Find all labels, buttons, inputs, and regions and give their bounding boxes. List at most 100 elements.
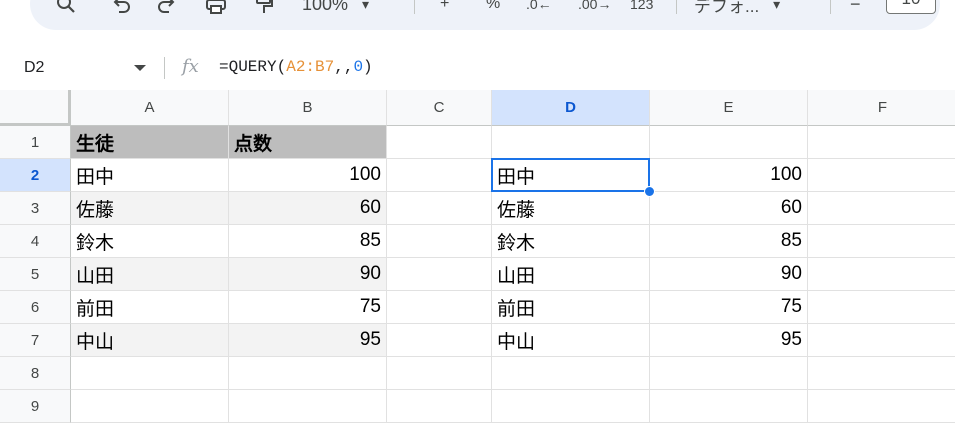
cell-a5[interactable]: 山田 xyxy=(71,258,229,291)
zoom-select[interactable]: 100% ▾ xyxy=(302,0,369,16)
row-header-2[interactable]: 2 xyxy=(0,159,71,192)
cell-a8[interactable] xyxy=(71,357,229,390)
undo-icon[interactable] xyxy=(110,0,132,16)
cell-a6[interactable]: 前田 xyxy=(71,291,229,324)
toolbar-divider xyxy=(676,0,677,14)
cell-f1[interactable] xyxy=(808,126,955,159)
cell-b5[interactable]: 90 xyxy=(229,258,387,291)
cell-c8[interactable] xyxy=(387,357,492,390)
search-icon[interactable] xyxy=(55,0,77,16)
row-header-9[interactable]: 9 xyxy=(0,390,71,423)
cell-d4[interactable]: 鈴木 xyxy=(492,225,650,258)
cell-c9[interactable] xyxy=(387,390,492,423)
select-all-corner[interactable] xyxy=(0,90,71,126)
cell-d3[interactable]: 佐藤 xyxy=(492,192,650,225)
cell-c6[interactable] xyxy=(387,291,492,324)
zoom-value: 100% xyxy=(302,0,349,14)
row-header-4[interactable]: 4 xyxy=(0,225,71,258)
font-size-input[interactable]: 10 xyxy=(886,0,936,14)
cell-c3[interactable] xyxy=(387,192,492,225)
cell-b2[interactable]: 100 xyxy=(229,159,387,192)
cell-b1[interactable]: 点数 xyxy=(229,126,387,159)
more-formats-button[interactable]: 123 xyxy=(630,0,653,16)
cell-e6[interactable]: 75 xyxy=(650,291,808,324)
toolbar-divider xyxy=(414,0,415,14)
cell-b7[interactable]: 95 xyxy=(229,324,387,357)
cell-f4[interactable] xyxy=(808,225,955,258)
cell-e2[interactable]: 100 xyxy=(650,159,808,192)
cell-a4[interactable]: 鈴木 xyxy=(71,225,229,258)
row-header-8[interactable]: 8 xyxy=(0,357,71,390)
name-box-value: D2 xyxy=(24,59,45,76)
cell-f3[interactable] xyxy=(808,192,955,225)
cell-f2[interactable] xyxy=(808,159,955,192)
column-header-f[interactable]: F xyxy=(808,90,955,126)
formula-mid: ,, xyxy=(334,58,354,76)
fill-handle[interactable] xyxy=(644,186,655,197)
cell-e9[interactable] xyxy=(650,390,808,423)
column-header-a[interactable]: A xyxy=(71,90,229,126)
row-header-5[interactable]: 5 xyxy=(0,258,71,291)
cell-d7[interactable]: 中山 xyxy=(492,324,650,357)
cell-e4[interactable]: 85 xyxy=(650,225,808,258)
cell-d9[interactable] xyxy=(492,390,650,423)
font-name: デフォ... xyxy=(694,0,760,16)
row-header-7[interactable]: 7 xyxy=(0,324,71,357)
formula-bar-divider xyxy=(164,57,165,79)
cell-f9[interactable] xyxy=(808,390,955,423)
cell-b3[interactable]: 60 xyxy=(229,192,387,225)
cell-e3[interactable]: 60 xyxy=(650,192,808,225)
percent-format-button[interactable]: % xyxy=(486,0,500,16)
column-header-d[interactable]: D xyxy=(492,90,650,126)
cell-c7[interactable] xyxy=(387,324,492,357)
name-box[interactable]: D2 xyxy=(0,50,160,86)
cell-c1[interactable] xyxy=(387,126,492,159)
cell-a3[interactable]: 佐藤 xyxy=(71,192,229,225)
row-header-3[interactable]: 3 xyxy=(0,192,71,225)
cell-a1[interactable]: 生徒 xyxy=(71,126,229,159)
decrease-decimal-button[interactable]: .0← xyxy=(526,0,552,16)
cell-b6[interactable]: 75 xyxy=(229,291,387,324)
cell-e7[interactable]: 95 xyxy=(650,324,808,357)
column-header-c[interactable]: C xyxy=(387,90,492,126)
cell-d8[interactable] xyxy=(492,357,650,390)
currency-format-button[interactable]: + xyxy=(440,0,449,16)
formula-suffix: ) xyxy=(363,58,373,76)
formula-number: 0 xyxy=(353,58,364,76)
cell-f6[interactable] xyxy=(808,291,955,324)
cell-b9[interactable] xyxy=(229,390,387,423)
cell-e5[interactable]: 90 xyxy=(650,258,808,291)
font-select[interactable]: デフォ... ▾ xyxy=(694,0,780,16)
cell-d2[interactable]: 田中 xyxy=(492,159,650,192)
cell-a7[interactable]: 中山 xyxy=(71,324,229,357)
row-header-6[interactable]: 6 xyxy=(0,291,71,324)
increase-decimal-button[interactable]: .00→ xyxy=(578,0,611,16)
chevron-down-icon[interactable] xyxy=(134,65,146,71)
cell-f7[interactable] xyxy=(808,324,955,357)
paint-format-icon[interactable] xyxy=(254,0,274,16)
cell-d6[interactable]: 前田 xyxy=(492,291,650,324)
cell-d5[interactable]: 山田 xyxy=(492,258,650,291)
font-size-decrease-button[interactable]: − xyxy=(850,0,861,16)
cell-c2[interactable] xyxy=(387,159,492,192)
cell-e1[interactable] xyxy=(650,126,808,159)
fx-icon: fx xyxy=(182,56,199,77)
cell-b4[interactable]: 85 xyxy=(229,225,387,258)
formula-bar: D2 fx =QUERY(A2:B7,,0) xyxy=(0,50,955,86)
formula-prefix: =QUERY( xyxy=(219,58,287,76)
cell-c5[interactable] xyxy=(387,258,492,291)
print-icon[interactable] xyxy=(204,0,228,16)
cell-f5[interactable] xyxy=(808,258,955,291)
row-header-1[interactable]: 1 xyxy=(0,126,71,159)
cell-b8[interactable] xyxy=(229,357,387,390)
redo-icon[interactable] xyxy=(156,0,178,16)
cell-f8[interactable] xyxy=(808,357,955,390)
column-header-b[interactable]: B xyxy=(229,90,387,126)
cell-c4[interactable] xyxy=(387,225,492,258)
column-header-e[interactable]: E xyxy=(650,90,808,126)
formula-input[interactable]: =QUERY(A2:B7,,0) xyxy=(219,58,373,76)
cell-e8[interactable] xyxy=(650,357,808,390)
cell-d1[interactable] xyxy=(492,126,650,159)
cell-a9[interactable] xyxy=(71,390,229,423)
cell-a2[interactable]: 田中 xyxy=(71,159,229,192)
